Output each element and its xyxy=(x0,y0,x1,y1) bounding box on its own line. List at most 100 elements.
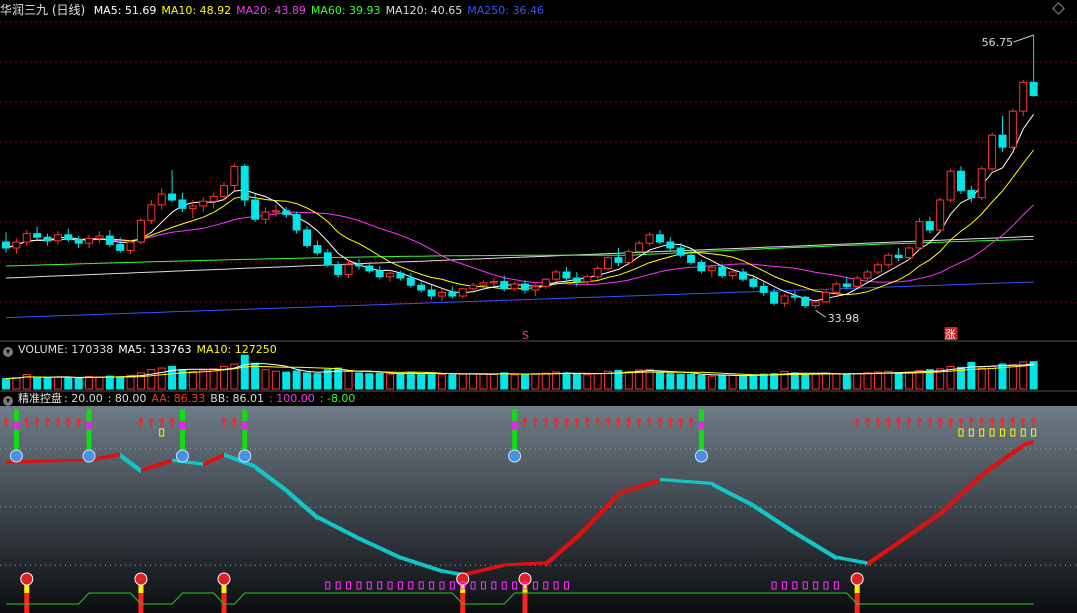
volume-bar xyxy=(988,365,997,390)
candle xyxy=(500,281,509,290)
candle xyxy=(365,265,374,272)
candle xyxy=(251,199,260,220)
candle xyxy=(105,235,114,245)
signal-bar xyxy=(512,409,518,421)
volume-bar xyxy=(43,377,52,390)
volume-bar xyxy=(2,378,10,390)
candle xyxy=(354,264,363,267)
candle xyxy=(655,234,664,243)
candle xyxy=(998,134,1007,148)
indicator-toggle-icon[interactable]: ▾ xyxy=(3,396,13,406)
volume-toggle-icon[interactable]: ▾ xyxy=(3,347,13,357)
candle xyxy=(562,271,571,279)
bottom-bar-tip xyxy=(221,585,227,593)
candle xyxy=(147,204,156,221)
candle xyxy=(967,189,976,199)
signal-bar xyxy=(698,430,704,450)
volume-bar xyxy=(95,376,104,390)
bottom-bar-tip xyxy=(138,585,144,593)
signal-bar xyxy=(179,421,185,430)
candle xyxy=(22,233,31,243)
volume-legend-item: MA5: 133763 xyxy=(118,343,192,356)
candle xyxy=(199,200,208,207)
candle xyxy=(583,276,592,283)
volume-bar xyxy=(188,370,197,390)
candle xyxy=(811,301,820,307)
ma-legend-item: MA10: 48.92 xyxy=(161,4,232,17)
candle xyxy=(749,278,758,287)
oscillator-band xyxy=(57,458,69,463)
volume-bar xyxy=(147,369,156,390)
bottom-bar-tip xyxy=(24,585,30,593)
volume-bar xyxy=(199,369,208,390)
candle xyxy=(697,261,706,272)
signal-bar xyxy=(179,430,185,450)
volume-bar xyxy=(697,374,706,390)
candle xyxy=(313,245,322,254)
candle xyxy=(437,291,446,297)
candle xyxy=(905,247,914,259)
bottom-ball xyxy=(518,572,532,586)
signal-bar xyxy=(698,409,704,421)
candle xyxy=(593,267,602,278)
candle xyxy=(126,241,135,251)
stock-title[interactable]: 华润三九 (日线) xyxy=(0,3,85,17)
volume-bar xyxy=(209,368,218,390)
volume-bar xyxy=(562,372,571,390)
volume-bar xyxy=(240,354,249,390)
volume-bar xyxy=(85,375,94,390)
indicator-legend-item: : 20.00 xyxy=(64,392,103,405)
volume-legend-item: VOLUME: 170338 xyxy=(18,343,114,356)
volume-bar xyxy=(448,374,457,390)
signal-bar xyxy=(512,430,518,450)
volume-bar xyxy=(707,375,716,390)
volume-bar xyxy=(718,374,727,390)
candle xyxy=(178,199,187,209)
candle xyxy=(635,242,644,253)
signal-bar xyxy=(86,421,92,430)
candle xyxy=(738,271,747,280)
bottom-ball xyxy=(456,572,470,586)
candle xyxy=(136,219,145,243)
indicator-legend: : 20.00: 80.00 AA: 86.33 BB: 86.01: 100.00… xyxy=(64,392,360,405)
candle xyxy=(822,291,831,303)
high-pointer xyxy=(1013,34,1034,43)
candle xyxy=(469,284,478,290)
candle xyxy=(956,170,965,191)
indicator-name[interactable]: 精准控盘 xyxy=(18,392,62,405)
candle xyxy=(489,281,498,284)
ma-legend-item: MA250: 36.46 xyxy=(467,4,544,17)
candle xyxy=(427,289,436,297)
bottom-ball xyxy=(850,572,864,586)
candle xyxy=(707,266,716,272)
volume-bar xyxy=(552,371,561,390)
volume-bar xyxy=(583,374,592,390)
ma-legend-item: MA60: 39.93 xyxy=(310,4,381,17)
volume-bar xyxy=(770,373,779,390)
candle xyxy=(915,221,924,249)
volume-bar xyxy=(790,372,799,390)
candle xyxy=(552,271,561,280)
candle xyxy=(209,195,218,202)
signal-ball xyxy=(82,449,96,463)
candle xyxy=(770,291,779,304)
volume-bar xyxy=(873,371,882,390)
volume-bar xyxy=(313,373,322,390)
ma-legend-item: MA5: 51.69 xyxy=(93,4,157,17)
marker-s: S xyxy=(522,329,529,340)
candle xyxy=(572,277,581,283)
volume-bar xyxy=(624,371,633,390)
candle xyxy=(510,283,519,290)
volume-bar xyxy=(157,367,166,390)
volume-bar xyxy=(687,374,696,390)
volume-bar xyxy=(354,372,363,390)
volume-bar xyxy=(510,374,519,390)
indicator-header: ▾ 精准控盘: 20.00: 80.00 AA: 86.33 BB: 86.01: 1… xyxy=(0,391,365,407)
indicator-legend-item: AA: 86.33 xyxy=(151,392,206,405)
volume-bar xyxy=(427,372,436,390)
ma-legend-item: MA20: 43.89 xyxy=(236,4,306,17)
oscillator-band xyxy=(37,459,48,463)
signal-ball xyxy=(508,449,522,463)
volume-bar xyxy=(271,370,280,390)
volume-bar xyxy=(811,373,820,390)
